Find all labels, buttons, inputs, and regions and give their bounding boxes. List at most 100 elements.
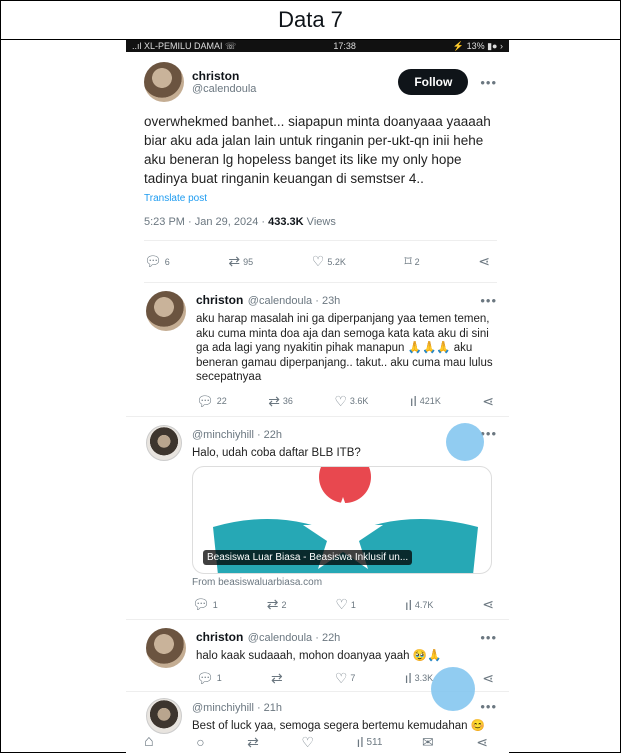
- analytics-icon: ıl: [404, 670, 412, 686]
- like-count: 3.6K: [349, 396, 369, 406]
- notifications-icon[interactable]: ♡: [301, 734, 314, 751]
- compose-button[interactable]: [431, 667, 475, 711]
- views-button[interactable]: ıl 511: [357, 734, 383, 750]
- share-button[interactable]: ⋖: [482, 393, 497, 410]
- reply-post: christon @calendoula · 23h ••• aku harap…: [126, 283, 509, 416]
- post-text: overwhekmed banhet... siapapun minta doa…: [144, 114, 491, 186]
- home-icon[interactable]: ⌂: [144, 733, 154, 751]
- bookmark-icon: ⌑: [404, 253, 412, 269]
- analytics-icon: ıl: [356, 734, 364, 750]
- post-actions: 💬︎ 6 ⇄ 95 ♡ 5.2K ⌑ 2 ⋖: [144, 241, 497, 282]
- like-count: 5.2K: [327, 256, 346, 267]
- heart-icon: ♡: [334, 669, 348, 686]
- repost-count: 95: [243, 256, 254, 267]
- repost-icon[interactable]: ⇄: [247, 734, 259, 751]
- carrier-label: ..ıl XL-PEMILU DAMAI ☏: [132, 40, 237, 51]
- avatar[interactable]: [144, 62, 184, 102]
- reply-icon: 💬︎: [192, 596, 210, 612]
- avatar[interactable]: [146, 291, 186, 331]
- heart-icon: ♡: [335, 596, 348, 612]
- repost-icon: ⇄: [270, 669, 283, 686]
- reply-button[interactable]: 💬︎ 1: [192, 596, 218, 613]
- views-button[interactable]: ıl 421K: [410, 393, 441, 409]
- repost-icon: ⇄: [266, 596, 279, 612]
- floating-action-button[interactable]: [446, 423, 484, 461]
- views-button[interactable]: ıl 4.7K: [405, 597, 434, 613]
- share-icon: ⋖: [482, 669, 494, 686]
- repost-button[interactable]: ⇄: [271, 670, 286, 687]
- views-count: 3.3K: [414, 673, 434, 683]
- phone-screenshot: ..ıl XL-PEMILU DAMAI ☏ 17:38 ⚡ 13% ▮● › …: [126, 40, 509, 753]
- bookmark-count: 2: [414, 256, 420, 267]
- share-button[interactable]: ⋖: [478, 253, 493, 270]
- repost-count: 36: [282, 396, 293, 406]
- views-label: Views: [303, 216, 336, 228]
- repost-icon: ⇄: [228, 253, 241, 269]
- views-count: 4.7K: [414, 599, 434, 610]
- status-bar: ..ıl XL-PEMILU DAMAI ☏ 17:38 ⚡ 13% ▮● ›: [126, 40, 509, 52]
- like-button[interactable]: ♡ 5.2K: [312, 253, 346, 270]
- link-preview-card[interactable]: Beasiswa Luar Biasa - Beasiswa Inklusif …: [192, 466, 492, 574]
- reply-count: 1: [216, 673, 222, 683]
- more-options-icon[interactable]: •••: [480, 293, 497, 308]
- reply-icon: 💬︎: [196, 392, 214, 409]
- views-count: 421K: [419, 396, 441, 406]
- reply-icon: 💬︎: [196, 669, 214, 686]
- reply-icon[interactable]: ○: [196, 734, 204, 750]
- post-meta: 5:23 PM · Jan 29, 2024 · 433.3K Views: [144, 216, 497, 228]
- reply-text: Best of luck yaa, semoga segera bertemu …: [192, 719, 486, 732]
- reply-button[interactable]: 💬︎ 22: [196, 393, 227, 410]
- bookmark-button[interactable]: ⌑ 2: [404, 253, 419, 270]
- main-post: christon @calendoula Follow ••• overwhek…: [126, 52, 509, 283]
- author-handle[interactable]: @calendoula: [192, 83, 398, 95]
- heart-icon: ♡: [334, 392, 347, 409]
- data-label-header: Data 7: [0, 0, 621, 40]
- like-button[interactable]: ♡ 3.6K: [334, 393, 368, 410]
- reply-text: aku harap masalah ini ga diperpanjang ya…: [196, 313, 493, 383]
- like-button[interactable]: ♡ 1: [335, 596, 356, 613]
- translate-link[interactable]: Translate post: [144, 193, 497, 204]
- reply-button[interactable]: 💬︎ 1: [196, 670, 222, 687]
- reply-button[interactable]: 💬︎ 6: [144, 253, 170, 270]
- avatar[interactable]: [146, 424, 182, 461]
- author-name[interactable]: christon: [196, 293, 243, 307]
- share-icon: ⋖: [482, 392, 494, 409]
- post-timestamp: 5:23 PM · Jan 29, 2024 ·: [144, 216, 269, 228]
- share-icon[interactable]: ⋖: [476, 734, 488, 751]
- analytics-icon: ıl: [409, 393, 417, 409]
- follow-button[interactable]: Follow: [398, 69, 469, 95]
- analytics-icon: ıl: [404, 596, 412, 613]
- messages-icon[interactable]: ✉: [422, 734, 434, 751]
- share-button[interactable]: ⋖: [482, 596, 497, 613]
- avatar[interactable]: [146, 628, 186, 668]
- views-button[interactable]: ıl 3.3K: [405, 670, 434, 686]
- reply-count: 1: [212, 599, 218, 610]
- card-source[interactable]: From beasiswaluarbiasa.com: [192, 577, 497, 588]
- like-button[interactable]: ♡ 7: [335, 670, 356, 687]
- clock: 17:38: [333, 41, 356, 51]
- reply-text: halo kaak sudaaah, mohon doanyaa yaah 🥹🙏: [196, 650, 442, 662]
- like-count: 1: [350, 599, 356, 610]
- reply-count: 6: [164, 256, 170, 267]
- repost-icon: ⇄: [268, 392, 280, 409]
- reply-count: 22: [216, 396, 227, 406]
- more-options-icon[interactable]: •••: [480, 75, 497, 90]
- author-handle[interactable]: @minchiyhill · 22h: [192, 429, 282, 441]
- bottom-nav: ⌂ ○ ⇄ ♡ ıl 511 ✉ ⋖: [126, 733, 509, 751]
- author-handle[interactable]: @calendoula · 23h: [248, 295, 341, 307]
- battery-indicator: ⚡ 13% ▮● ›: [452, 40, 503, 51]
- avatar[interactable]: [146, 697, 182, 734]
- more-options-icon[interactable]: •••: [480, 630, 497, 645]
- share-button[interactable]: ⋖: [482, 670, 497, 687]
- author-name[interactable]: christon: [196, 630, 243, 644]
- repost-button[interactable]: ⇄ 95: [228, 253, 253, 270]
- author-handle[interactable]: @minchiyhill · 21h: [192, 702, 282, 714]
- views-count: 433.3K: [268, 216, 304, 228]
- author-handle[interactable]: @calendoula · 22h: [248, 632, 341, 644]
- more-options-icon[interactable]: •••: [480, 699, 497, 714]
- repost-button[interactable]: ⇄ 2: [267, 596, 287, 613]
- share-icon: ⋖: [478, 253, 490, 269]
- repost-button[interactable]: ⇄ 36: [268, 393, 293, 410]
- author-name[interactable]: christon: [192, 69, 398, 83]
- like-count: 7: [350, 673, 356, 683]
